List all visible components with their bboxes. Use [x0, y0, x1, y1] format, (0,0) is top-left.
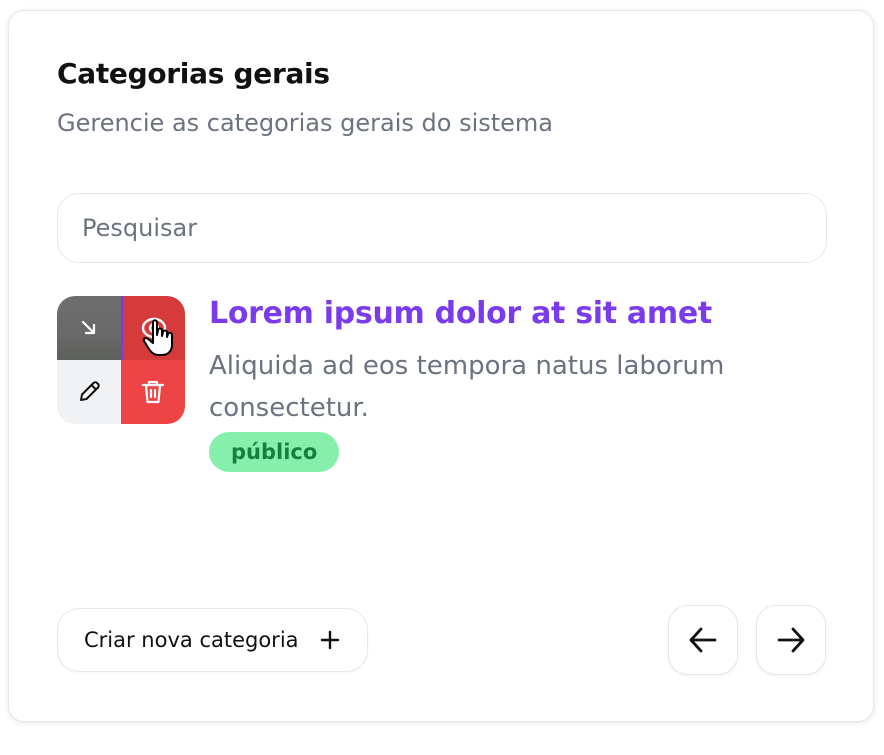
previous-page-button[interactable]: [668, 605, 738, 675]
status-badge: público: [209, 432, 340, 472]
page-subtitle: Gerencie as categorias gerais do sistema: [57, 109, 554, 137]
expand-button[interactable]: [57, 296, 121, 360]
arrow-left-icon: [689, 627, 717, 653]
plus-icon: [320, 630, 339, 650]
category-thumbnail-actions: [57, 296, 185, 424]
category-description: Aliquida ad eos tempora natus laborum co…: [209, 351, 725, 423]
next-page-button[interactable]: [756, 605, 826, 675]
trash-icon: [141, 380, 165, 404]
category-title[interactable]: Lorem ipsum dolor at sit amet: [209, 296, 712, 331]
delete-button[interactable]: [121, 360, 185, 424]
arrow-right-icon: [777, 627, 805, 653]
create-category-button[interactable]: Criar nova categoria: [57, 608, 368, 672]
expand-icon: [81, 320, 96, 335]
search-input[interactable]: [57, 193, 827, 263]
view-button[interactable]: [121, 296, 185, 360]
pencil-icon: [80, 381, 100, 401]
categories-card: Categorias gerais Gerencie as categorias…: [8, 10, 874, 722]
create-category-label: Criar nova categoria: [84, 628, 299, 652]
hand-cursor-icon: [142, 319, 173, 356]
edit-button[interactable]: [57, 360, 121, 424]
page-title: Categorias gerais: [57, 57, 330, 90]
